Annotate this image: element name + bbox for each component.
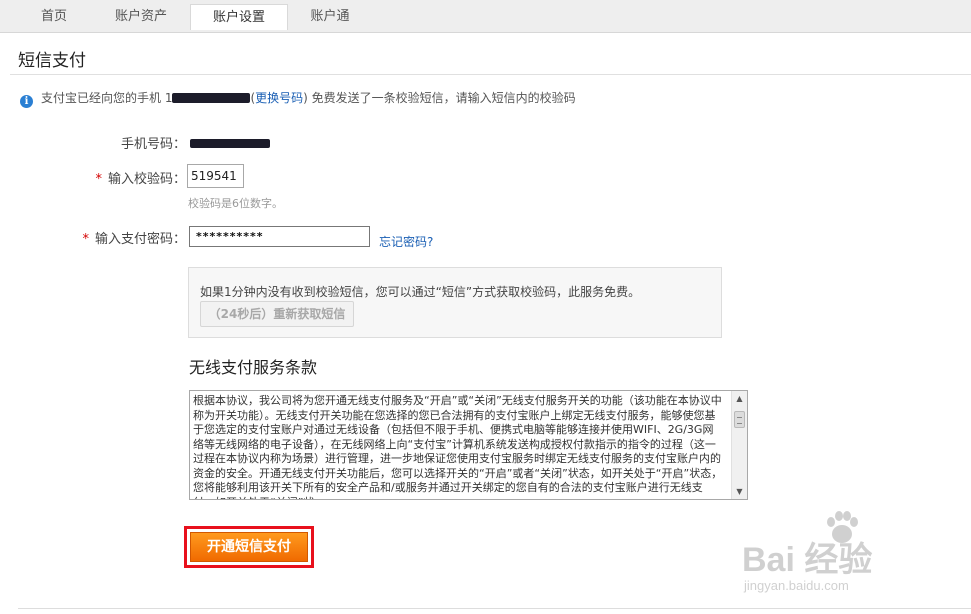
verification-code-input[interactable]: [187, 164, 244, 188]
submit-highlight-frame: 开通短信支付: [184, 526, 314, 568]
tab-account-link[interactable]: 账户通: [298, 4, 362, 29]
enable-sms-payment-button[interactable]: 开通短信支付: [190, 532, 308, 562]
terms-body: 根据本协议，我公司将为您开通无线支付服务及“开启”或“关闭”无线支付服务开关的功…: [193, 394, 723, 499]
required-mark: *: [95, 172, 102, 187]
terms-textarea[interactable]: 根据本协议，我公司将为您开通无线支付服务及“开启”或“关闭”无线支付服务开关的功…: [189, 390, 748, 500]
terms-scrollbar[interactable]: ▲ ▼: [731, 391, 747, 499]
resend-info-text: 如果1分钟内没有收到校验短信，您可以通过“短信”方式获取校验码，此服务免费。: [200, 285, 641, 299]
code-hint: 校验码是6位数字。: [188, 197, 283, 210]
masked-phone-value: [190, 139, 270, 148]
code-label: 输入校验码：: [107, 172, 186, 187]
watermark-url: jingyan.baidu.com: [744, 578, 849, 593]
tab-account-settings[interactable]: 账户设置: [190, 4, 288, 30]
tab-account-assets[interactable]: 账户资产: [103, 4, 179, 29]
required-mark: *: [82, 232, 89, 247]
top-nav: 首页 账户资产 账户设置 账户通: [0, 0, 971, 33]
page-title: 短信支付: [18, 51, 86, 71]
change-number-link[interactable]: 更换号码: [255, 91, 303, 105]
resend-sms-panel: 如果1分钟内没有收到校验短信，您可以通过“短信”方式获取校验码，此服务免费。 （…: [188, 267, 722, 338]
scroll-up-icon[interactable]: ▲: [732, 391, 747, 406]
scrollbar-thumb[interactable]: [734, 411, 745, 428]
masked-phone-number: [172, 93, 251, 103]
notice-prefix: 支付宝已经向您的手机 1: [41, 91, 173, 105]
watermark-brand: Bai 经验: [742, 541, 873, 579]
resend-sms-button[interactable]: （24秒后）重新获取短信: [200, 301, 354, 327]
sms-sent-notice: i 支付宝已经向您的手机 1 (更换号码) 免费发送了一条校验短信，请输入短信内的校…: [20, 89, 576, 108]
code-label-row: * 输入校验码：: [60, 168, 186, 187]
phone-label: 手机号码：: [120, 137, 186, 152]
tab-home[interactable]: 首页: [17, 4, 91, 29]
payment-password-input[interactable]: [189, 226, 370, 247]
bottom-divider: [18, 608, 971, 609]
forgot-password-link[interactable]: 忘记密码?: [379, 233, 433, 250]
baidu-jingyan-watermark: Bai 经验 jingyan.baidu.com: [742, 508, 962, 598]
notice-suffix: 免费发送了一条校验短信，请输入短信内的校验码: [311, 91, 576, 105]
title-divider: [10, 74, 971, 75]
terms-title: 无线支付服务条款: [189, 358, 318, 377]
password-label-row: * 输入支付密码：: [40, 228, 186, 247]
info-icon: i: [20, 95, 33, 108]
scroll-down-icon[interactable]: ▼: [732, 484, 747, 499]
password-label: 输入支付密码：: [94, 232, 186, 247]
